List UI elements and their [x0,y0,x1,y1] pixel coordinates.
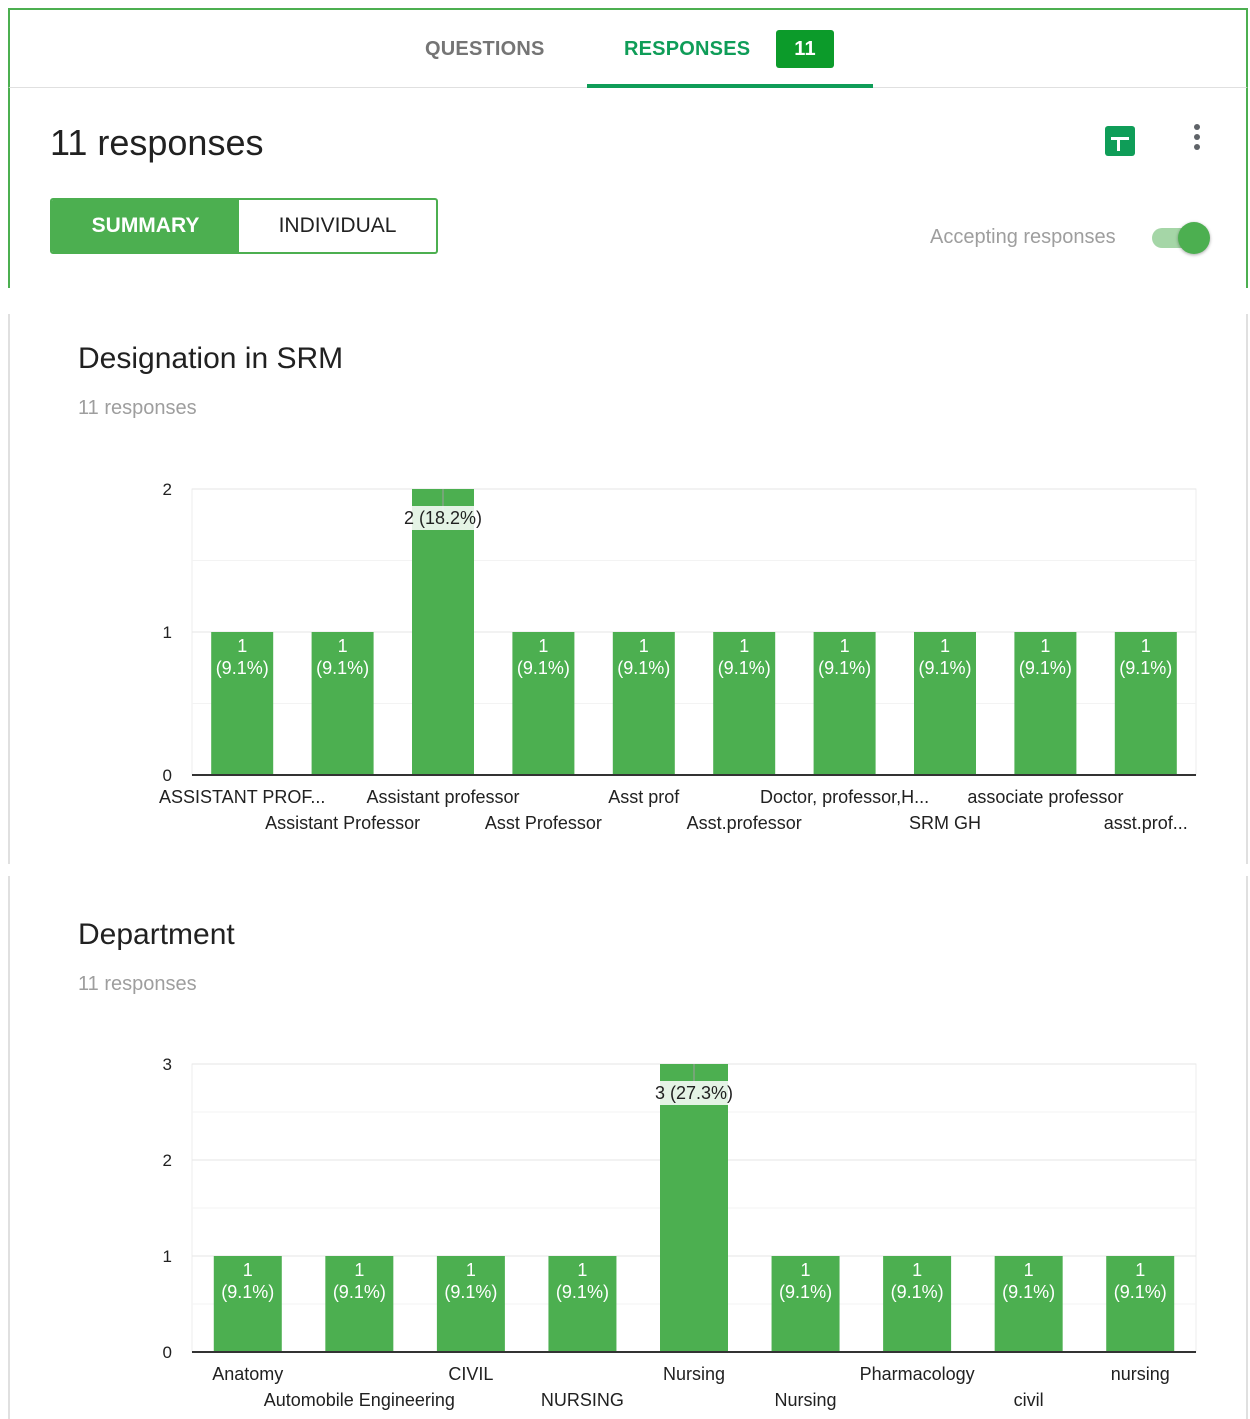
designation-bar-chart: 0121(9.1%)ASSISTANT PROF...1(9.1%)Assist… [159,480,1197,833]
data-label: (9.1%) [1002,1282,1055,1302]
x-tick-label: ASSISTANT PROF... [159,787,325,807]
data-label: 1 [840,636,850,656]
x-tick-label: Doctor, professor,H... [760,787,929,807]
x-tick-label: CIVIL [448,1364,493,1384]
x-tick-label: SRM GH [909,813,981,833]
question-card-designation: Designation in SRM 11 responses 0 1 2 1 (9.1… [8,314,1248,864]
y-tick-label: 2 [163,480,172,499]
x-tick-label: Anatomy [212,1364,283,1384]
data-label: (9.1%) [718,658,771,678]
data-label: 1 [1141,636,1151,656]
department-bar-chart: 01231(9.1%)Anatomy1(9.1%)Automobile Engi… [163,1055,1197,1410]
response-count-title: 11 responses [50,122,264,163]
y-tick-label: 1 [163,1247,172,1266]
x-tick-label: NURSING [541,1390,624,1410]
x-tick-label: civil [1014,1390,1044,1410]
x-tick-label: Assistant professor [366,787,519,807]
bar [412,489,474,775]
data-label: 1 [538,636,548,656]
summary-button[interactable]: SUMMARY [52,200,239,252]
data-label: (9.1%) [333,1282,386,1302]
x-tick-label: Pharmacology [860,1364,975,1384]
x-tick-label: Asst Professor [485,813,602,833]
x-tick-label: asst.prof... [1104,813,1188,833]
y-tick-label: 2 [163,1151,172,1170]
x-tick-label: Assistant Professor [265,813,420,833]
data-label: (9.1%) [556,1282,609,1302]
data-label: 2 (18.2%) [404,508,482,528]
data-label: 1 [338,636,348,656]
toggle-knob [1178,222,1210,254]
data-label: 1 [801,1260,811,1280]
data-label: 1 [466,1260,476,1280]
y-tick-label: 3 [163,1055,172,1074]
data-label: (9.1%) [316,658,369,678]
accepting-responses-toggle[interactable] [1150,222,1212,254]
responses-header-card: 11 responses SUMMARY INDIVIDUAL Acceptin… [8,88,1248,288]
responses-count-badge: 11 [776,30,834,68]
data-label: (9.1%) [918,658,971,678]
data-label: 1 [912,1260,922,1280]
x-tick-label: Nursing [663,1364,725,1384]
data-label: 1 [940,636,950,656]
data-label: (9.1%) [1114,1282,1167,1302]
data-label: 1 [739,636,749,656]
x-tick-label: Asst prof [608,787,680,807]
data-label: (9.1%) [1119,658,1172,678]
view-mode-switch: SUMMARY INDIVIDUAL [50,198,438,254]
x-tick-label: nursing [1111,1364,1170,1384]
data-label: 1 [639,636,649,656]
x-tick-label: Nursing [775,1390,837,1410]
data-label: (9.1%) [221,1282,274,1302]
data-label: 1 [1135,1260,1145,1280]
x-tick-label: Asst.professor [687,813,802,833]
data-label: 1 [1024,1260,1034,1280]
tab-questions[interactable]: QUESTIONS [425,10,545,88]
data-label: (9.1%) [891,1282,944,1302]
y-tick-label: 0 [163,1343,172,1362]
tab-responses[interactable]: RESPONSES 11 [587,10,873,88]
tab-responses-label: RESPONSES [624,38,751,60]
data-label: (9.1%) [216,658,269,678]
data-label: 3 (27.3%) [655,1083,733,1103]
data-label: (9.1%) [779,1282,832,1302]
top-tab-bar: QUESTIONS RESPONSES 11 [8,8,1248,88]
data-label: 1 [243,1260,253,1280]
data-label: 1 [577,1260,587,1280]
google-sheets-icon[interactable] [1105,126,1135,156]
y-tick-label: 1 [163,623,172,642]
individual-button[interactable]: INDIVIDUAL [239,200,436,252]
x-tick-label: Automobile Engineering [264,1390,455,1410]
data-label: (9.1%) [818,658,871,678]
data-label: (9.1%) [1019,658,1072,678]
data-label: 1 [354,1260,364,1280]
data-label: 1 [1040,636,1050,656]
data-label: (9.1%) [517,658,570,678]
more-vert-icon[interactable] [1190,124,1204,156]
question-card-department: Department 11 responses 0 1 2 3 1 (9.1%) Anato… [8,876,1248,1419]
data-label: 1 [237,636,247,656]
accepting-responses-label: Accepting responses [930,226,1116,248]
bar [660,1064,728,1352]
data-label: (9.1%) [444,1282,497,1302]
x-tick-label: associate professor [967,787,1123,807]
y-tick-label: 0 [163,766,172,785]
data-label: (9.1%) [617,658,670,678]
